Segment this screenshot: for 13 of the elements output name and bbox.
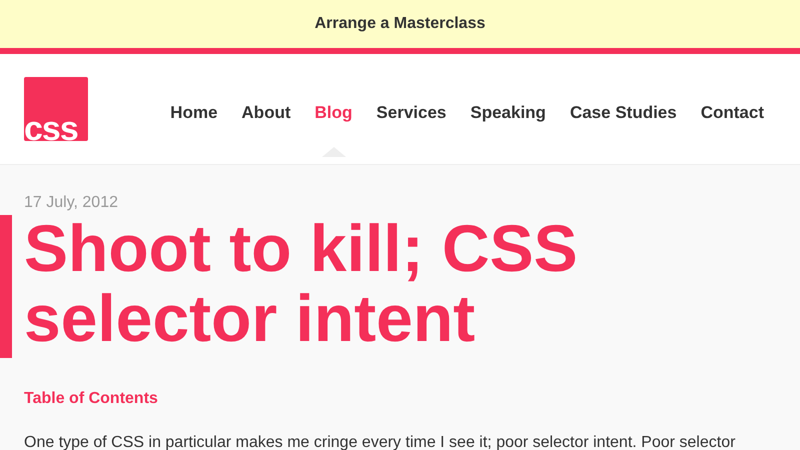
nav-link[interactable]: Case Studies bbox=[570, 103, 677, 122]
nav-link[interactable]: Contact bbox=[700, 103, 764, 122]
article-title: Shoot to kill; CSS selector intent bbox=[24, 213, 579, 353]
paragraph: One type of CSS in particular makes me cringe every time I see it; poor selector intent. Poor selector bbox=[24, 433, 736, 450]
nav-link[interactable]: Home bbox=[170, 103, 218, 122]
nav-link[interactable]: About bbox=[242, 103, 291, 122]
nav-link[interactable]: Speaking bbox=[470, 103, 546, 122]
nav-link[interactable]: Services bbox=[376, 103, 446, 122]
toc-link[interactable]: Table of Contents bbox=[24, 387, 776, 411]
date: 17 July, 2012 bbox=[24, 193, 119, 213]
nav-link[interactable]: Blog bbox=[314, 103, 352, 122]
masterclass-link[interactable]: Arrange a Masterclass bbox=[314, 12, 486, 36]
logo[interactable]: css bbox=[24, 77, 88, 141]
